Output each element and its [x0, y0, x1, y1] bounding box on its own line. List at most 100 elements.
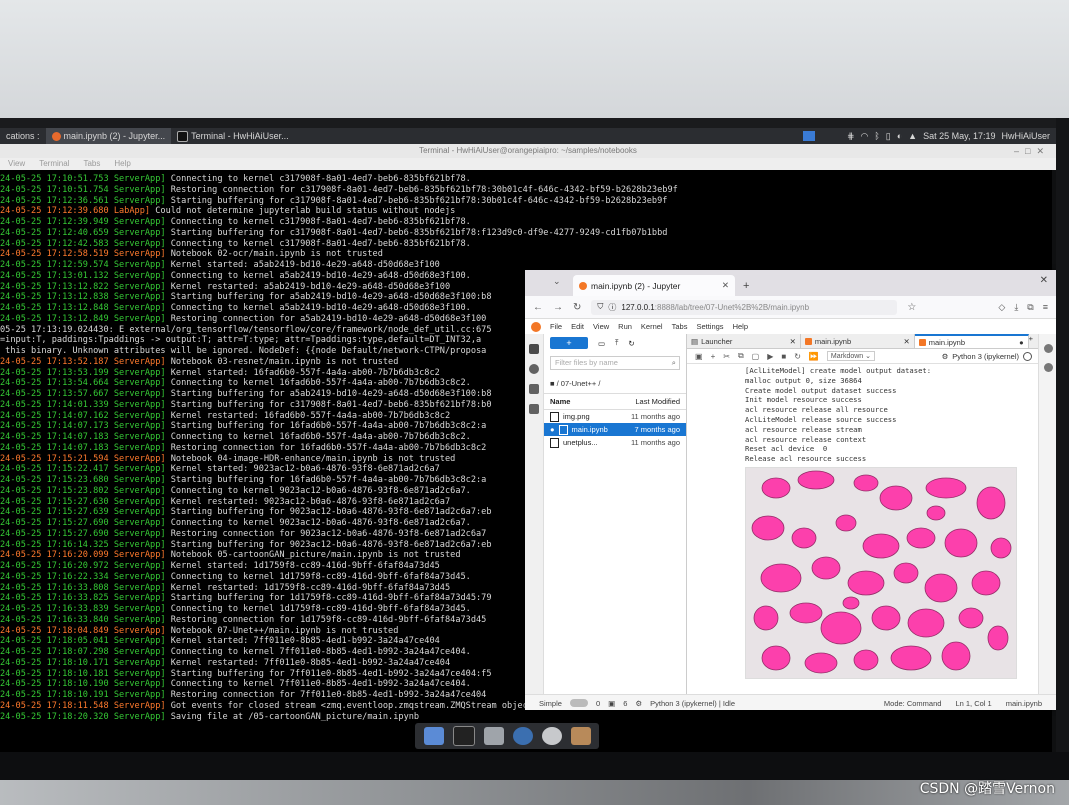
- kernel-indicator[interactable]: ⚙ Python 3 (ipykernel): [941, 351, 1038, 361]
- forward-icon[interactable]: →: [553, 302, 563, 313]
- file-row[interactable]: unetplus... 11 months ago: [544, 436, 686, 449]
- unsaved-dot-icon[interactable]: ●: [1019, 338, 1024, 347]
- run-icon[interactable]: ▶: [767, 352, 773, 361]
- simple-mode-toggle[interactable]: [569, 699, 588, 707]
- taskbar-item-jupyter[interactable]: main.ipynb (2) - Jupyter...: [45, 128, 172, 144]
- user-menu[interactable]: HwHiAiUser: [1001, 131, 1050, 141]
- table-of-contents-icon[interactable]: [529, 384, 539, 394]
- window-controls[interactable]: –□✕: [1014, 144, 1050, 158]
- menu-edit[interactable]: Edit: [571, 322, 584, 331]
- close-icon[interactable]: ✕: [903, 337, 909, 346]
- kernel-status[interactable]: Python 3 (ipykernel) | Idle: [650, 699, 735, 708]
- paste-icon[interactable]: ▢: [752, 352, 760, 361]
- cut-icon[interactable]: ✂: [723, 352, 730, 361]
- save-icon[interactable]: ▣: [695, 352, 703, 361]
- status-bar: Simple 0 ▣ 6 ⚙ Python 3 (ipykernel) | Id…: [525, 694, 1056, 710]
- refresh-icon[interactable]: ↻: [628, 339, 634, 348]
- extension-manager-icon[interactable]: [529, 404, 539, 414]
- restart-icon[interactable]: ↻: [794, 352, 801, 361]
- battery-icon[interactable]: ▯: [886, 131, 891, 142]
- log-timestamp: 24-05-25 17:14:07.173 ServerApp]: [0, 421, 166, 432]
- web-browser-icon[interactable]: [512, 727, 533, 745]
- wifi-icon[interactable]: ◠: [861, 131, 869, 142]
- terminal-count[interactable]: 0: [596, 699, 600, 708]
- new-launcher-button[interactable]: +: [550, 337, 588, 349]
- url-bar[interactable]: ⛉ ⓘ 127.0.0.1:8888/lab/tree/07-Unet%2B%2…: [591, 299, 898, 315]
- menu-run[interactable]: Run: [618, 322, 632, 331]
- extensions-icon[interactable]: ⧉: [1027, 302, 1033, 313]
- gear-icon: ⚙: [941, 351, 949, 361]
- browser-tab-jupyter[interactable]: main.ipynb (2) - Jupyter ✕: [573, 275, 735, 296]
- right-sidebar: [1038, 334, 1056, 694]
- log-message: Connecting to kernel 1d1759f8-cc89-416d-…: [165, 571, 471, 582]
- downloads-icon[interactable]: ⤓: [1014, 302, 1018, 313]
- notification-icon[interactable]: ▲: [908, 131, 917, 141]
- kernel-count[interactable]: 6: [623, 699, 627, 708]
- app-menu-icon[interactable]: ≡: [1043, 302, 1048, 313]
- image-file-icon: [550, 411, 559, 422]
- clock[interactable]: Sat 25 May, 17:19: [923, 131, 995, 141]
- menu-kernel[interactable]: Kernel: [641, 322, 663, 331]
- column-name[interactable]: Name: [550, 397, 570, 406]
- list-tabs-icon[interactable]: ⌄: [553, 276, 561, 287]
- folder-icon[interactable]: [570, 727, 591, 745]
- new-tab-button[interactable]: +: [743, 280, 749, 292]
- stop-icon[interactable]: ■: [781, 352, 786, 361]
- terminal-menu-terminal[interactable]: Terminal: [39, 158, 69, 170]
- network-icon[interactable]: ⋕: [847, 131, 855, 142]
- file-row[interactable]: img.png 11 months ago: [544, 410, 686, 423]
- column-last-modified[interactable]: Last Modified: [635, 397, 680, 406]
- debugger-icon[interactable]: [1043, 363, 1053, 372]
- reload-icon[interactable]: ↻: [573, 302, 581, 313]
- output-line: [AclLiteModel] create model output datas…: [745, 366, 932, 375]
- close-icon[interactable]: ✕: [790, 337, 796, 346]
- show-desktop-icon[interactable]: [423, 727, 444, 745]
- log-message: Notebook 02-ocr/main.ipynb is not truste…: [165, 249, 383, 260]
- cell-type-select[interactable]: Markdown ⌄: [826, 351, 875, 361]
- mask-blob: [835, 514, 857, 532]
- doc-tab-label: main.ipynb: [928, 337, 966, 347]
- pocket-icon[interactable]: ◇: [998, 302, 1005, 313]
- property-inspector-icon[interactable]: [1043, 344, 1053, 353]
- log-message: Could not determine jupyterlab build sta…: [150, 206, 456, 217]
- menu-tabs[interactable]: Tabs: [672, 322, 688, 331]
- app-finder-icon[interactable]: [541, 727, 562, 745]
- close-tab-icon[interactable]: ✕: [722, 280, 729, 291]
- bluetooth-icon[interactable]: ᛒ: [874, 131, 879, 141]
- terminal-titlebar[interactable]: Terminal - HwHiAiUser@orangepiaipro: ~/s…: [0, 144, 1056, 158]
- menu-help[interactable]: Help: [733, 322, 748, 331]
- new-tab-plus-button[interactable]: +: [1029, 334, 1038, 348]
- log-timestamp: 24-05-25 17:15:27.630 ServerApp]: [0, 496, 166, 507]
- doc-tab-notebook-active[interactable]: main.ipynb ●: [914, 334, 1029, 348]
- insert-cell-icon[interactable]: +: [711, 352, 716, 361]
- volume-icon[interactable]: ◐: [897, 131, 902, 141]
- file-row[interactable]: ● main.ipynb 7 months ago: [544, 423, 686, 436]
- applications-menu[interactable]: cations :: [0, 128, 46, 144]
- window-close-icon[interactable]: ✕: [1040, 275, 1048, 286]
- file-manager-icon[interactable]: [483, 727, 504, 745]
- running-kernels-icon[interactable]: [529, 364, 539, 374]
- doc-tab-notebook[interactable]: main.ipynb ✕: [801, 334, 915, 348]
- taskbar-item-terminal[interactable]: Terminal - HwHiAiUser...: [171, 128, 295, 144]
- restart-run-all-icon[interactable]: ⏩: [809, 352, 819, 361]
- breadcrumb[interactable]: ■ / 07-Unet++ /: [544, 374, 686, 393]
- back-icon[interactable]: ←: [533, 302, 543, 313]
- menu-settings[interactable]: Settings: [696, 322, 723, 331]
- terminal-menu-view[interactable]: View: [8, 158, 25, 170]
- terminal-launcher-icon[interactable]: [452, 726, 475, 746]
- keyboard-layout-icon[interactable]: [802, 131, 815, 141]
- log-message: Kernel started: 7ff011e0-8b85-4ed1-b992-…: [165, 636, 440, 647]
- copy-icon[interactable]: ⧉: [738, 351, 744, 361]
- doc-tab-launcher[interactable]: ▤ Launcher ✕: [687, 334, 801, 348]
- terminal-menu-tabs[interactable]: Tabs: [83, 158, 100, 170]
- menu-view[interactable]: View: [593, 322, 609, 331]
- upload-icon[interactable]: ⤒: [615, 338, 618, 348]
- terminal-menu-help[interactable]: Help: [114, 158, 130, 170]
- cursor-position[interactable]: Ln 1, Col 1: [955, 699, 991, 708]
- menu-file[interactable]: File: [550, 322, 562, 331]
- filter-files-input[interactable]: Filter files by name ⌕: [550, 356, 680, 370]
- bookmark-star-icon[interactable]: ☆: [907, 302, 916, 313]
- log-timestamp: 24-05-25 17:18:10.171 ServerApp]: [0, 657, 166, 668]
- file-browser-icon[interactable]: [529, 344, 539, 354]
- new-folder-icon[interactable]: ▭: [598, 339, 605, 348]
